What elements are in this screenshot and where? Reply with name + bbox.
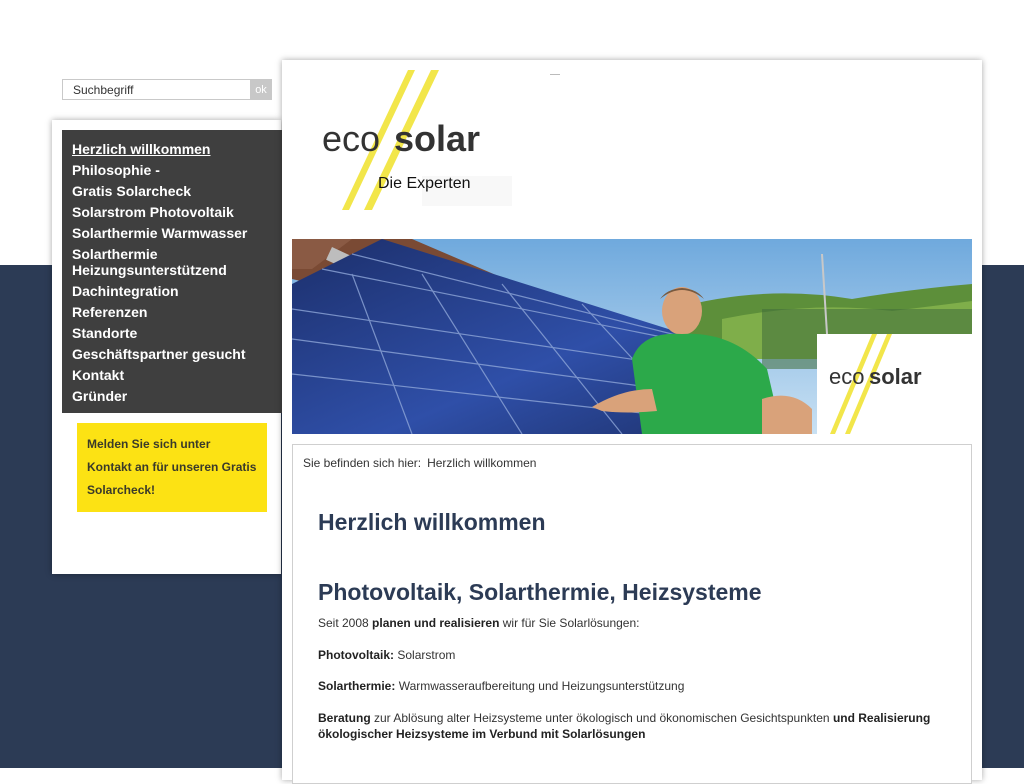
solarcheck-promo-box: Melden Sie sich unter Kontakt an für uns… — [77, 423, 267, 512]
content-area: Sie befinden sich hier: Herzlich willkomm… — [292, 444, 972, 784]
intro-text-end: wir für Sie Solarlösungen: — [499, 616, 640, 630]
intro-text-bold: planen und realisieren — [372, 616, 500, 630]
search-button[interactable]: ok — [250, 79, 272, 100]
section-heading: Photovoltaik, Solarthermie, Heizsysteme — [318, 579, 762, 605]
breadcrumb-prefix: Sie befinden sich hier: — [303, 456, 422, 470]
badge-solar-text: solar — [869, 364, 922, 389]
search-input[interactable] — [62, 79, 250, 100]
nav-item-geschaeftspartner[interactable]: Geschäftspartner gesucht — [72, 344, 272, 365]
search-form: ok — [62, 79, 272, 100]
photovoltaik-text: Solarstrom — [394, 648, 456, 662]
logo-tagline: Die Experten — [378, 175, 471, 192]
nav-item-referenzen[interactable]: Referenzen — [72, 302, 272, 323]
solarthermie-text: Warmwasseraufbereitung und Heizungsunter… — [395, 679, 685, 693]
intro-paragraph: Seit 2008 planen und realisieren wir für… — [318, 615, 948, 631]
eco-solar-logo[interactable]: eco solar Die Experten — [312, 68, 542, 213]
page-title: Herzlich willkommen — [318, 509, 546, 535]
nav-item-gruender[interactable]: Gründer — [72, 386, 272, 407]
beratung-paragraph: Beratung zur Ablösung alter Heizsysteme … — [318, 710, 948, 742]
nav-item-dachintegration[interactable]: Dachintegration — [72, 281, 272, 302]
solarthermie-label: Solarthermie: — [318, 679, 396, 693]
badge-stripes-icon: eco solar — [829, 334, 922, 434]
logo-eco-text: eco — [322, 118, 380, 159]
logo-stripes-icon: eco solar Die Experten — [322, 70, 512, 210]
intro-text-start: Seit 2008 — [318, 616, 373, 630]
nav-item-philosophie[interactable]: Philosophie - — [72, 160, 272, 181]
photovoltaik-paragraph: Photovoltaik: Solarstrom — [318, 647, 948, 663]
nav-item-solarthermie-heizung[interactable]: Solarthermie Heizungsunterstützend — [72, 244, 272, 281]
logo-divider — [550, 74, 560, 75]
breadcrumb-current[interactable]: Herzlich willkommen — [427, 456, 536, 470]
solarthermie-paragraph: Solarthermie: Warmwasseraufbereitung und… — [318, 678, 948, 694]
nav-item-solarstrom-photovoltaik[interactable]: Solarstrom Photovoltaik — [72, 202, 272, 223]
main-panel: eco solar Die Experten eco solar Sie bef… — [282, 60, 982, 784]
badge-eco-text: eco — [829, 364, 864, 389]
nav-item-standorte[interactable]: Standorte — [72, 323, 272, 344]
hero-image: eco solar — [292, 239, 972, 434]
sidebar: Herzlich willkommen Philosophie - Gratis… — [52, 120, 282, 574]
breadcrumb: Sie befinden sich hier: Herzlich willkomm… — [303, 456, 536, 470]
nav-item-solarthermie-warmwasser[interactable]: Solarthermie Warmwasser — [72, 223, 272, 244]
main-navigation: Herzlich willkommen Philosophie - Gratis… — [62, 130, 282, 413]
nav-item-kontakt[interactable]: Kontakt — [72, 365, 272, 386]
promo-text: Melden Sie sich unter Kontakt an für uns… — [87, 437, 257, 497]
beratung-label: Beratung — [318, 711, 371, 725]
nav-item-herzlich-willkommen[interactable]: Herzlich willkommen — [72, 139, 272, 160]
logo-solar-text: solar — [394, 118, 480, 159]
photovoltaik-label: Photovoltaik: — [318, 648, 395, 662]
hero-logo-badge: eco solar — [817, 334, 972, 434]
nav-item-gratis-solarcheck[interactable]: Gratis Solarcheck — [72, 181, 272, 202]
beratung-text: zur Ablösung alter Heizsysteme unter öko… — [370, 711, 833, 725]
